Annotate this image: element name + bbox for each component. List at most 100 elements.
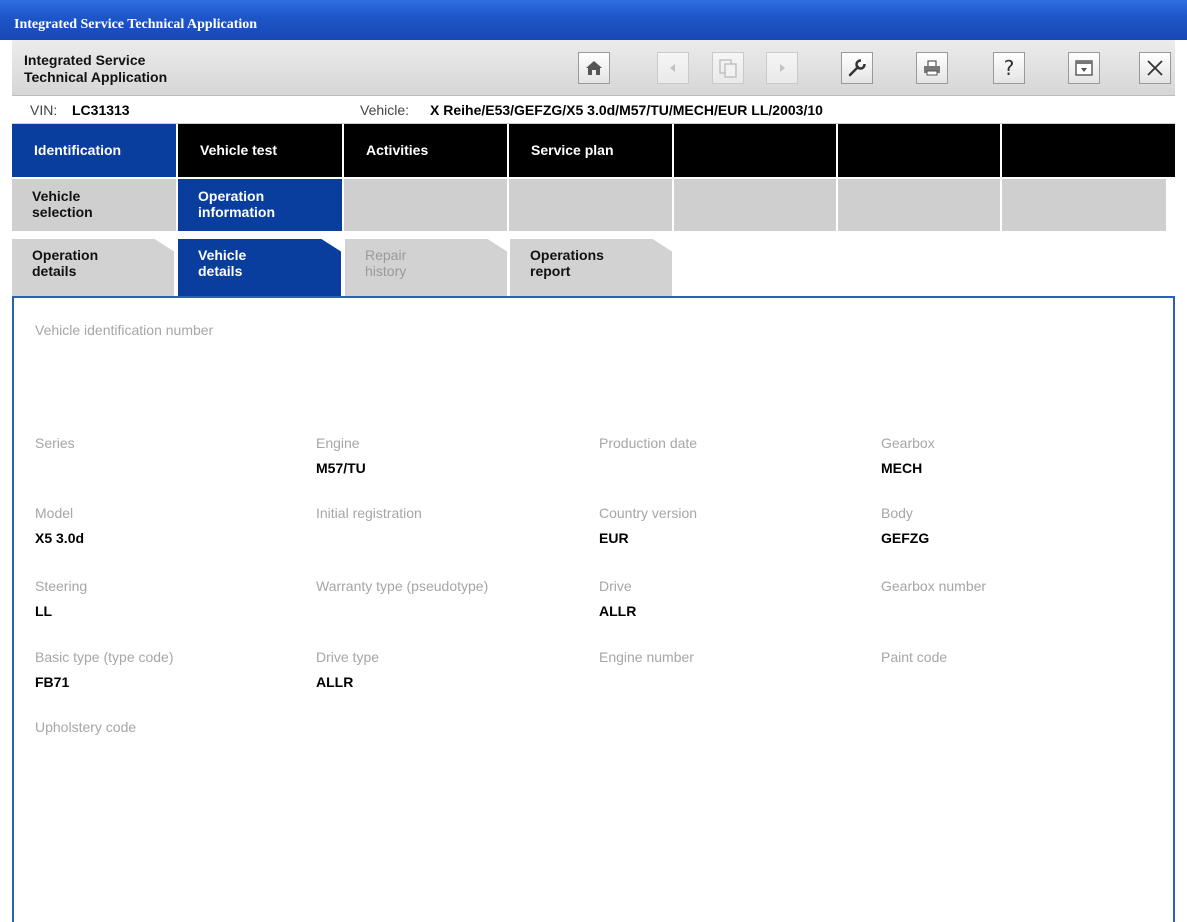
field-value: M57/TU: [316, 460, 366, 476]
help-button[interactable]: ?: [993, 52, 1025, 84]
field-engine-number: Engine number: [599, 649, 694, 674]
vehicle-info-bar: VIN: LC31313 Vehicle: X Reihe/E53/GEFZG/…: [12, 96, 1175, 124]
app-name-line1: Integrated Service: [24, 52, 146, 68]
dropdown-window-icon: [1075, 60, 1093, 76]
field-paint-code: Paint code: [881, 649, 947, 674]
copy-icon: [719, 59, 737, 78]
toolbar: Integrated Service Technical Application: [12, 40, 1175, 96]
field-series: Series: [35, 435, 75, 460]
subnav-empty-1: [344, 179, 509, 231]
back-button[interactable]: [657, 52, 689, 84]
field-value: ALLR: [599, 603, 637, 619]
vehicle-value: X Reihe/E53/GEFZG/X5 3.0d/M57/TU/MECH/EU…: [430, 102, 823, 118]
nav-empty-3: [1002, 124, 1175, 177]
close-icon: [1147, 60, 1163, 76]
field-label: Drive: [599, 578, 632, 594]
field-label: Body: [881, 505, 913, 521]
nav-vehicle-test[interactable]: Vehicle test: [178, 124, 344, 177]
field-label: Basic type (type code): [35, 649, 174, 665]
tab-label: report: [530, 263, 571, 279]
subnav-label: Vehicle: [32, 188, 81, 204]
home-button[interactable]: [578, 52, 610, 84]
window-menu-button[interactable]: [1068, 52, 1100, 84]
field-initial-registration: Initial registration: [316, 505, 422, 530]
vin-value: LC31313: [72, 102, 130, 118]
detail-tabs: Operation details Vehicle details Repair…: [12, 239, 1175, 296]
field-label: Engine: [316, 435, 360, 451]
field-value: X5 3.0d: [35, 530, 85, 546]
copy-button[interactable]: [712, 52, 744, 84]
field-production-date: Production date: [599, 435, 697, 460]
tab-operations-report[interactable]: Operations report: [510, 239, 672, 296]
svg-text:?: ?: [1004, 57, 1015, 79]
tools-button[interactable]: [841, 52, 873, 84]
tab-operation-details[interactable]: Operation details: [12, 239, 174, 296]
vin-label: VIN:: [30, 102, 58, 118]
field-value: FB71: [35, 674, 70, 690]
field-label: Model: [35, 505, 74, 521]
tab-label: Operations: [530, 247, 604, 263]
printer-icon: [924, 60, 940, 76]
window-title: Integrated Service Technical Application: [0, 0, 1187, 40]
tab-vehicle-details[interactable]: Vehicle details: [178, 239, 341, 296]
tab-label: Vehicle: [198, 247, 247, 263]
subnav-label: Operation: [198, 188, 265, 204]
field-engine: Engine M57/TU: [316, 435, 366, 476]
field-label: Initial registration: [316, 505, 422, 521]
subnav-label: selection: [32, 204, 93, 220]
field-value: GEFZG: [881, 530, 930, 546]
vehicle-label: Vehicle:: [360, 102, 410, 118]
field-label: Steering: [35, 578, 88, 594]
field-model: Model X5 3.0d: [35, 505, 84, 546]
close-button[interactable]: [1139, 52, 1171, 84]
field-label: Gearbox: [881, 435, 935, 451]
nav-empty-2: [838, 124, 1002, 177]
tab-label: details: [32, 263, 77, 279]
field-label: Vehicle identification number: [35, 322, 214, 338]
subnav-empty-5: [1002, 179, 1166, 231]
sub-nav: Vehicle selection Operation information: [12, 179, 1175, 231]
field-warranty-type: Warranty type (pseudotype): [316, 578, 488, 603]
tab-label: details: [198, 263, 243, 279]
vehicle-details-panel: Vehicle identification number Series Eng…: [12, 296, 1175, 922]
subnav-vehicle-selection[interactable]: Vehicle selection: [12, 179, 178, 231]
field-label: Paint code: [881, 649, 948, 665]
field-vin: Vehicle identification number: [35, 322, 213, 338]
field-value: LL: [35, 603, 53, 619]
forward-button[interactable]: [766, 52, 798, 84]
field-gearbox-number: Gearbox number: [881, 578, 986, 603]
nav-empty-1: [674, 124, 838, 177]
home-icon: [586, 61, 602, 75]
field-label: Series: [35, 435, 75, 451]
nav-activities[interactable]: Activities: [344, 124, 509, 177]
field-value: ALLR: [316, 674, 354, 690]
field-drive-type: Drive type ALLR: [316, 649, 379, 690]
field-value: EUR: [599, 530, 629, 546]
tab-repair-history[interactable]: Repair history: [345, 239, 507, 296]
nav-service-plan[interactable]: Service plan: [509, 124, 674, 177]
field-label: Gearbox number: [881, 578, 987, 594]
field-drive: Drive ALLR: [599, 578, 636, 619]
field-body: Body GEFZG: [881, 505, 929, 546]
field-label: Engine number: [599, 649, 694, 665]
field-label: Upholstery code: [35, 719, 137, 735]
field-gearbox: Gearbox MECH: [881, 435, 935, 476]
forward-icon: [780, 64, 785, 72]
wrench-icon: [848, 59, 866, 77]
subnav-empty-4: [838, 179, 1002, 231]
field-basic-type: Basic type (type code) FB71: [35, 649, 174, 690]
tab-label: Repair: [365, 247, 407, 263]
help-icon: ?: [1004, 57, 1015, 79]
app-name: Integrated Service Technical Application: [24, 52, 167, 86]
subnav-operation-information[interactable]: Operation information: [178, 179, 344, 231]
print-button[interactable]: [916, 52, 948, 84]
subnav-empty-3: [674, 179, 838, 231]
subnav-empty-2: [509, 179, 674, 231]
field-label: Production date: [599, 435, 698, 451]
field-steering: Steering LL: [35, 578, 87, 619]
field-label: Warranty type (pseudotype): [316, 578, 489, 594]
app-name-line2: Technical Application: [24, 69, 168, 85]
main-nav: Identification Vehicle test Activities S…: [12, 124, 1175, 177]
nav-identification[interactable]: Identification: [12, 124, 178, 177]
field-label: Country version: [599, 505, 698, 521]
